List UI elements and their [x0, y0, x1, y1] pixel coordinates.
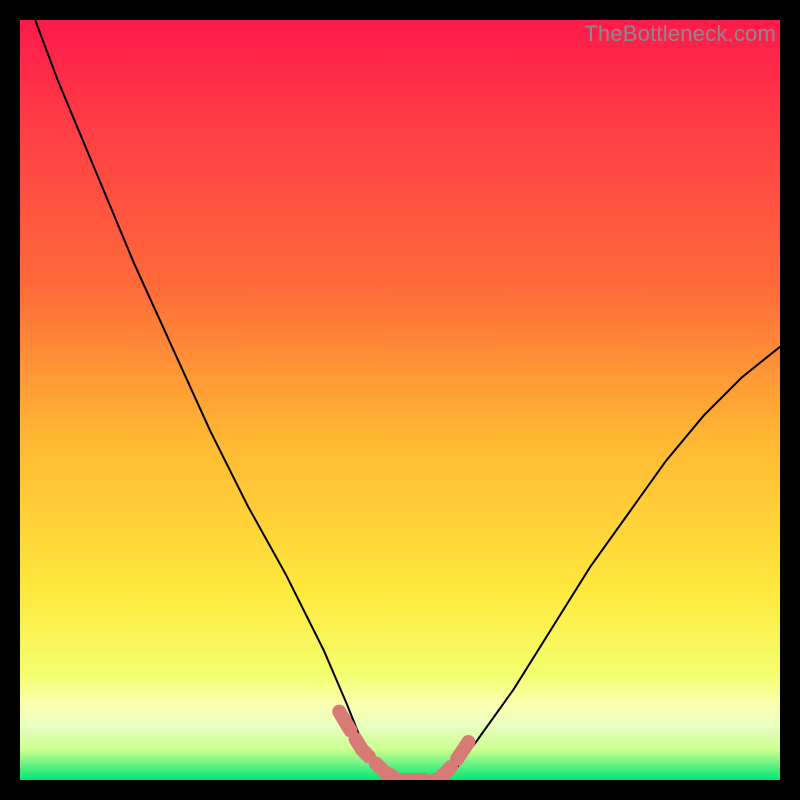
- gradient-background: [20, 20, 780, 780]
- chart-frame: TheBottleneck.com: [20, 20, 780, 780]
- bottleneck-chart: [20, 20, 780, 780]
- watermark-text: TheBottleneck.com: [584, 21, 776, 47]
